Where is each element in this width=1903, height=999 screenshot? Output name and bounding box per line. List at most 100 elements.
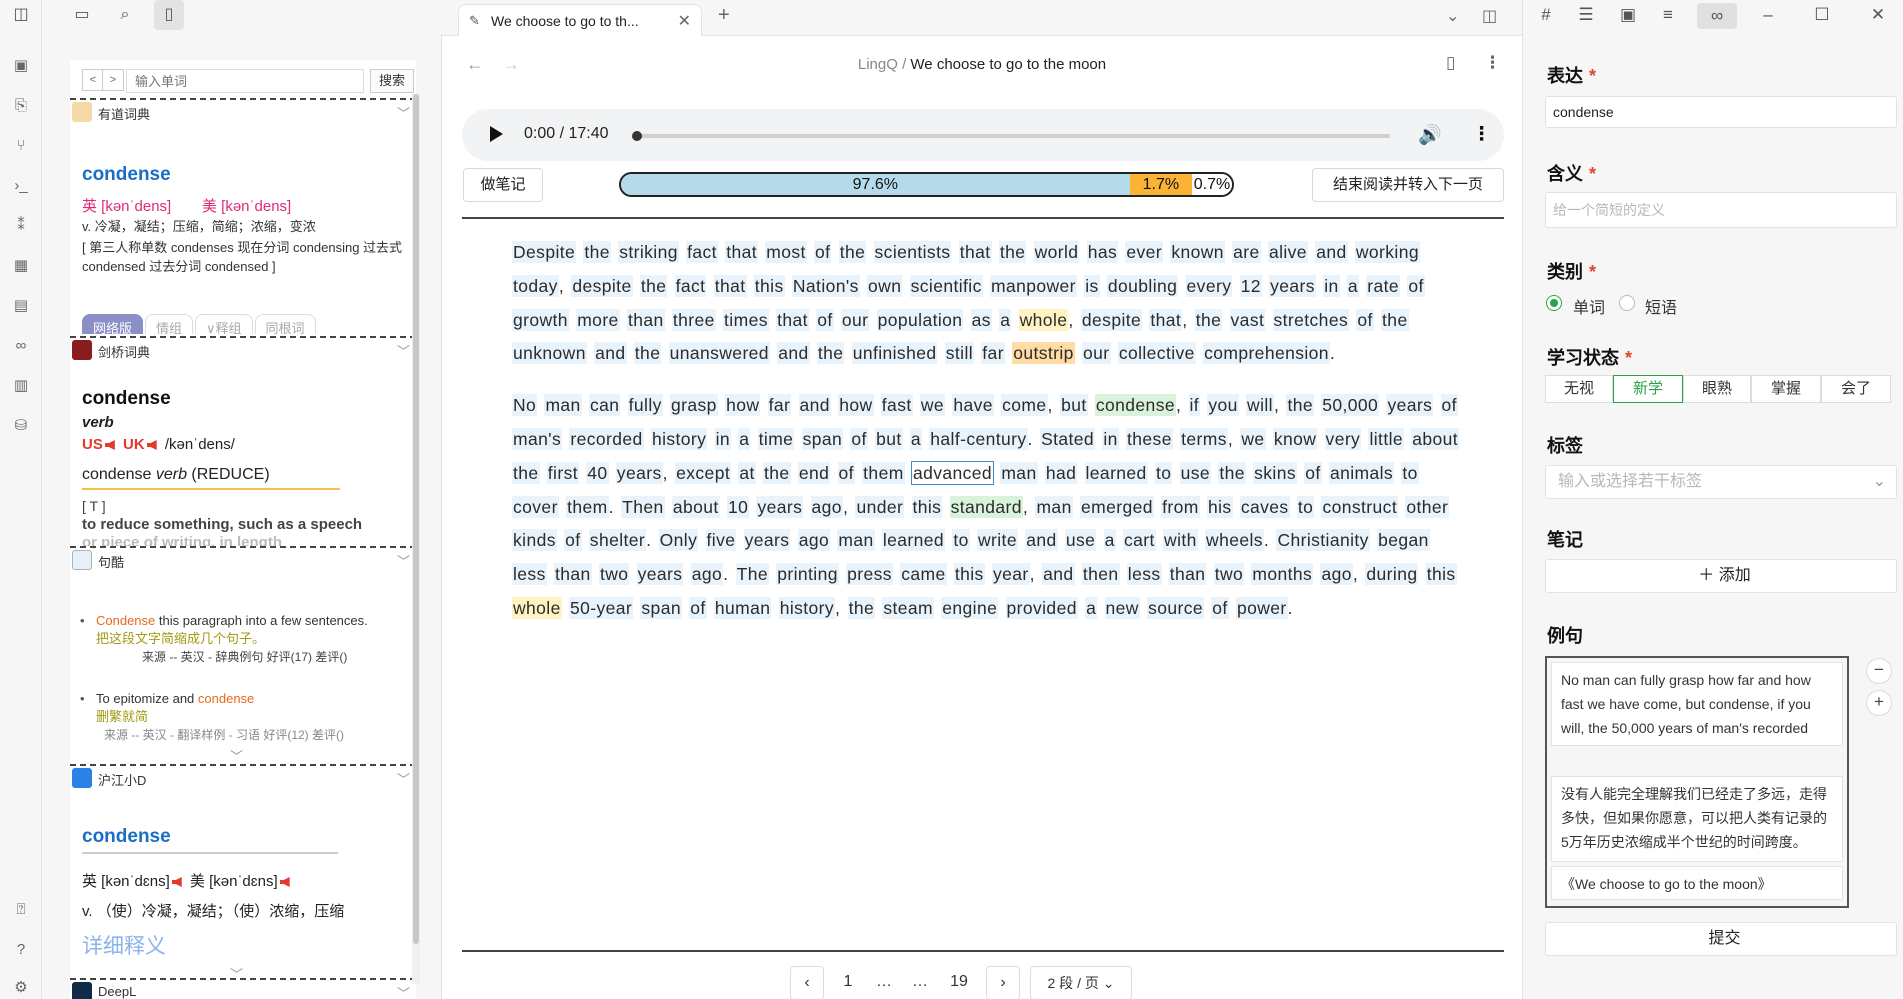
reading-word[interactable]: fast (880, 394, 913, 417)
chart-icon[interactable]: ▥ (11, 376, 31, 396)
book-icon[interactable]: ▤ (11, 296, 31, 316)
reading-word[interactable]: of (814, 241, 832, 263)
blocks-icon[interactable]: ▦ (11, 256, 31, 276)
reading-word[interactable]: Stated (1040, 427, 1096, 450)
reading-word[interactable]: history (778, 596, 836, 619)
reading-word[interactable]: man (544, 394, 582, 417)
sidebar-right-icon[interactable]: ◫ (1482, 6, 1497, 26)
reading-word[interactable]: learned (881, 529, 946, 552)
reading-word[interactable]: this (953, 563, 985, 586)
next-page-button[interactable]: › (986, 966, 1020, 999)
submit-button[interactable]: 提交 (1545, 922, 1897, 956)
reading-word[interactable]: first (546, 461, 579, 484)
cambridge-section-header[interactable]: 剑桥词典 ﹀ (70, 336, 416, 362)
reading-word[interactable]: the (1381, 308, 1409, 331)
youdao-tab[interactable]: 情组 (145, 314, 194, 334)
reading-word[interactable]: ever (1125, 241, 1164, 263)
dict-search-button[interactable]: 搜索 (370, 69, 414, 93)
category-phrase-label[interactable]: 短语 (1645, 294, 1677, 318)
reading-word[interactable]: this (1425, 563, 1457, 586)
help-bottom-icon[interactable]: ⍰ (11, 900, 31, 920)
speaker-icon[interactable] (146, 440, 157, 451)
reading-word[interactable]: man (837, 529, 875, 552)
category-word-radio[interactable] (1546, 295, 1562, 311)
reading-word[interactable]: how (838, 394, 874, 417)
reading-word[interactable]: that (1149, 308, 1183, 331)
reading-word[interactable]: of (816, 308, 834, 331)
status-new[interactable]: 新学 (1613, 375, 1683, 403)
reading-word[interactable]: use (1064, 529, 1097, 552)
close-icon[interactable]: ✕ (678, 11, 691, 31)
reading-word[interactable]: ago (797, 529, 831, 552)
reading-word[interactable]: years (756, 495, 804, 518)
per-page-select[interactable]: 2 段 / 页 ⌄ (1030, 966, 1132, 999)
reading-word[interactable]: than (554, 563, 592, 586)
speaker-icon[interactable] (104, 440, 115, 451)
reading-word[interactable]: skins (1253, 461, 1297, 484)
reading-word[interactable]: a (1103, 529, 1116, 552)
remove-example-button[interactable]: − (1866, 658, 1892, 684)
reading-word[interactable]: with (1163, 529, 1198, 552)
finish-reading-button[interactable]: 结束阅读并转入下一页 (1312, 168, 1504, 202)
reading-word[interactable]: alive (1267, 241, 1308, 263)
reading-word[interactable]: of (837, 461, 855, 484)
jukuu-section-header[interactable]: 句酷 ﹀ (70, 546, 416, 572)
reading-word[interactable]: about (671, 495, 720, 518)
reading-word[interactable]: has (1086, 241, 1119, 263)
reading-word[interactable]: the (763, 461, 791, 484)
reading-word[interactable]: of (1304, 461, 1322, 484)
dict-next-button[interactable]: > (102, 69, 124, 91)
reading-word[interactable]: years (615, 461, 663, 484)
reading-word[interactable]: whole (1018, 308, 1069, 331)
reading-word[interactable]: that (958, 241, 992, 263)
meaning-input[interactable]: 给一个简短的定义 (1545, 192, 1897, 228)
example-zh[interactable]: 没有人能完全理解我们已经走了多远，走得多快，但如果你愿意，可以把人类有记录的5万… (1551, 776, 1843, 862)
reading-word[interactable]: fully (627, 394, 663, 417)
add-note-button[interactable]: ＋ 添加 (1545, 559, 1897, 593)
reading-word[interactable]: caves (1239, 495, 1290, 518)
reading-word[interactable]: own (867, 274, 903, 297)
page-ellipsis[interactable]: … (906, 966, 934, 999)
status-ignore[interactable]: 无视 (1545, 375, 1613, 403)
reading-word[interactable]: two (598, 563, 630, 586)
hujiang-section-header[interactable]: 沪江小D ﹀ (70, 764, 416, 790)
prev-page-button[interactable]: ‹ (790, 966, 824, 999)
reading-word[interactable]: cart (1122, 529, 1156, 552)
expression-input[interactable]: condense (1545, 96, 1897, 128)
reading-word[interactable]: doubling (1106, 274, 1179, 297)
reading-word[interactable]: advanced (910, 460, 995, 485)
reading-word[interactable]: had (1044, 461, 1078, 484)
tab-reading[interactable]: ✎ We choose to go to th... ✕ (458, 4, 702, 37)
reading-word[interactable]: his (1206, 495, 1233, 518)
numbers-icon[interactable]: ⁑ (11, 216, 31, 236)
speaker-icon[interactable] (279, 877, 290, 888)
reading-word[interactable]: a (1346, 274, 1360, 297)
reading-word[interactable]: new (1104, 596, 1140, 619)
reading-word[interactable]: rate (1366, 274, 1401, 297)
reading-word[interactable]: engine (941, 596, 999, 619)
youdao-tab[interactable]: ∨释组 (195, 314, 253, 334)
reading-word[interactable]: but (1060, 394, 1088, 417)
graph-icon[interactable]: ⑂ (11, 136, 31, 156)
reading-word[interactable]: and (594, 342, 627, 365)
reading-word[interactable]: source (1147, 596, 1205, 619)
reading-word[interactable]: terms (1180, 427, 1228, 450)
minimize-icon[interactable]: – (1755, 5, 1781, 25)
reading-word[interactable]: and (1315, 241, 1348, 263)
reading-word[interactable]: the (512, 461, 540, 484)
reading-word[interactable]: of (564, 529, 582, 552)
reading-word[interactable]: Then (621, 495, 665, 518)
reading-word[interactable]: of (850, 427, 868, 450)
chevron-down-icon[interactable]: ﹀ (397, 341, 410, 360)
reading-word[interactable]: collective (1117, 342, 1196, 365)
reading-word[interactable]: 50-year (569, 596, 634, 619)
reading-word[interactable]: the (583, 241, 611, 263)
search-icon[interactable]: ⌕ (110, 0, 140, 30)
reading-word[interactable]: wheels (1205, 529, 1264, 552)
reading-word[interactable]: Christianity (1276, 529, 1370, 552)
reading-word[interactable]: this (911, 495, 943, 518)
reading-word[interactable]: more (576, 308, 620, 331)
reading-word[interactable]: our (840, 308, 870, 331)
reading-word[interactable]: unanswered (668, 342, 770, 365)
status-learned[interactable]: 会了 (1821, 375, 1891, 403)
